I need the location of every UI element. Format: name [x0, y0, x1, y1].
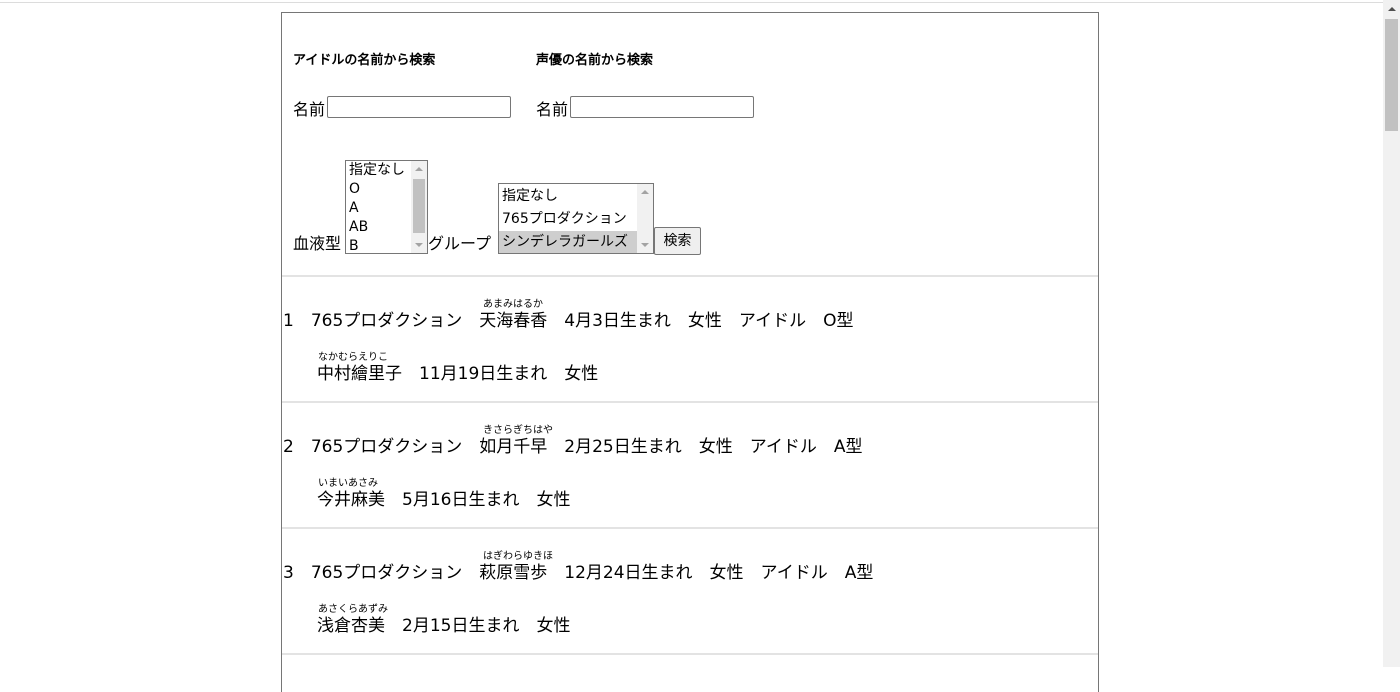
seiyu-name: 中村繪里子	[317, 364, 402, 384]
result-row-idol: 1 765プロダクション 天海春香 4月3日生まれ 女性 アイドル O型	[283, 306, 853, 331]
group-option[interactable]: 765プロダクション	[499, 208, 653, 231]
seiyu-gender: 女性	[536, 616, 571, 636]
group-option[interactable]: 指定なし	[499, 185, 653, 208]
result-index: 2	[283, 437, 294, 457]
seiyu-name-input[interactable]	[570, 96, 754, 118]
idol-search-heading: アイドルの名前から検索	[293, 53, 436, 68]
result-row-seiyu: 今井麻美 5月16日生まれ 女性	[317, 485, 570, 510]
result-row-idol: 2 765プロダクション 如月千早 2月25日生まれ 女性 アイドル A型	[283, 432, 863, 457]
idol-name: 天海春香	[479, 311, 548, 331]
result-row-seiyu: 浅倉杏美 2月15日生まれ 女性	[317, 611, 570, 636]
blood-listbox-scrollbar[interactable]	[411, 161, 427, 253]
idol-name-input[interactable]	[327, 96, 511, 118]
idol-blood: O型	[823, 311, 854, 331]
divider	[282, 527, 1098, 529]
result-group: 765プロダクション	[310, 563, 463, 583]
result-group: 765プロダクション	[310, 437, 463, 457]
result-group: 765プロダクション	[310, 311, 463, 331]
idol-role: アイドル	[749, 437, 817, 457]
idol-name-label: 名前	[293, 100, 326, 119]
page-scroll-thumb[interactable]	[1385, 19, 1398, 131]
idol-name: 萩原雪歩	[479, 563, 548, 583]
idol-name: 如月千早	[479, 437, 548, 457]
seiyu-birthday: 5月16日生まれ	[402, 490, 520, 510]
blood-type-label: 血液型	[293, 234, 342, 253]
seiyu-name: 浅倉杏美	[317, 616, 385, 636]
group-listbox[interactable]: 指定なし 765プロダクション シンデレラガールズ	[498, 183, 654, 254]
seiyu-name-label: 名前	[536, 100, 569, 119]
group-listbox-scrollbar[interactable]	[637, 184, 653, 253]
result-row-seiyu: 中村繪里子 11月19日生まれ 女性	[317, 359, 598, 384]
idol-gender: 女性	[709, 563, 744, 583]
seiyu-birthday: 2月15日生まれ	[402, 616, 520, 636]
seiyu-gender: 女性	[536, 490, 571, 510]
group-option-selected[interactable]: シンデレラガールズ	[499, 231, 637, 253]
seiyu-search-heading: 声優の名前から検索	[536, 53, 654, 68]
idol-birthday: 2月25日生まれ	[564, 437, 682, 457]
result-row-idol: 3 765プロダクション 萩原雪歩 12月24日生まれ 女性 アイドル A型	[283, 558, 873, 583]
result-index: 3	[283, 563, 294, 583]
group-label: グループ	[428, 234, 492, 253]
divider	[282, 275, 1098, 277]
idol-birthday: 4月3日生まれ	[564, 311, 671, 331]
idol-birthday: 12月24日生まれ	[564, 563, 693, 583]
idol-gender: 女性	[698, 437, 733, 457]
idol-role: アイドル	[738, 311, 807, 331]
idol-blood: A型	[833, 437, 863, 457]
search-button[interactable]: 検索	[654, 227, 701, 255]
scroll-thumb[interactable]	[413, 179, 425, 233]
page-scrollbar[interactable]	[1383, 0, 1400, 667]
idol-role: アイドル	[760, 563, 828, 583]
idol-blood: A型	[844, 563, 874, 583]
top-border	[0, 2, 1383, 3]
seiyu-birthday: 11月19日生まれ	[419, 364, 548, 384]
result-index: 1	[283, 311, 294, 331]
seiyu-gender: 女性	[564, 364, 599, 384]
seiyu-name: 今井麻美	[317, 490, 385, 510]
idol-gender: 女性	[687, 311, 722, 331]
divider	[282, 401, 1098, 403]
blood-type-listbox[interactable]: 指定なし O A AB B	[345, 160, 428, 254]
scroll-up-icon[interactable]	[1383, 0, 1400, 17]
divider	[282, 653, 1098, 655]
